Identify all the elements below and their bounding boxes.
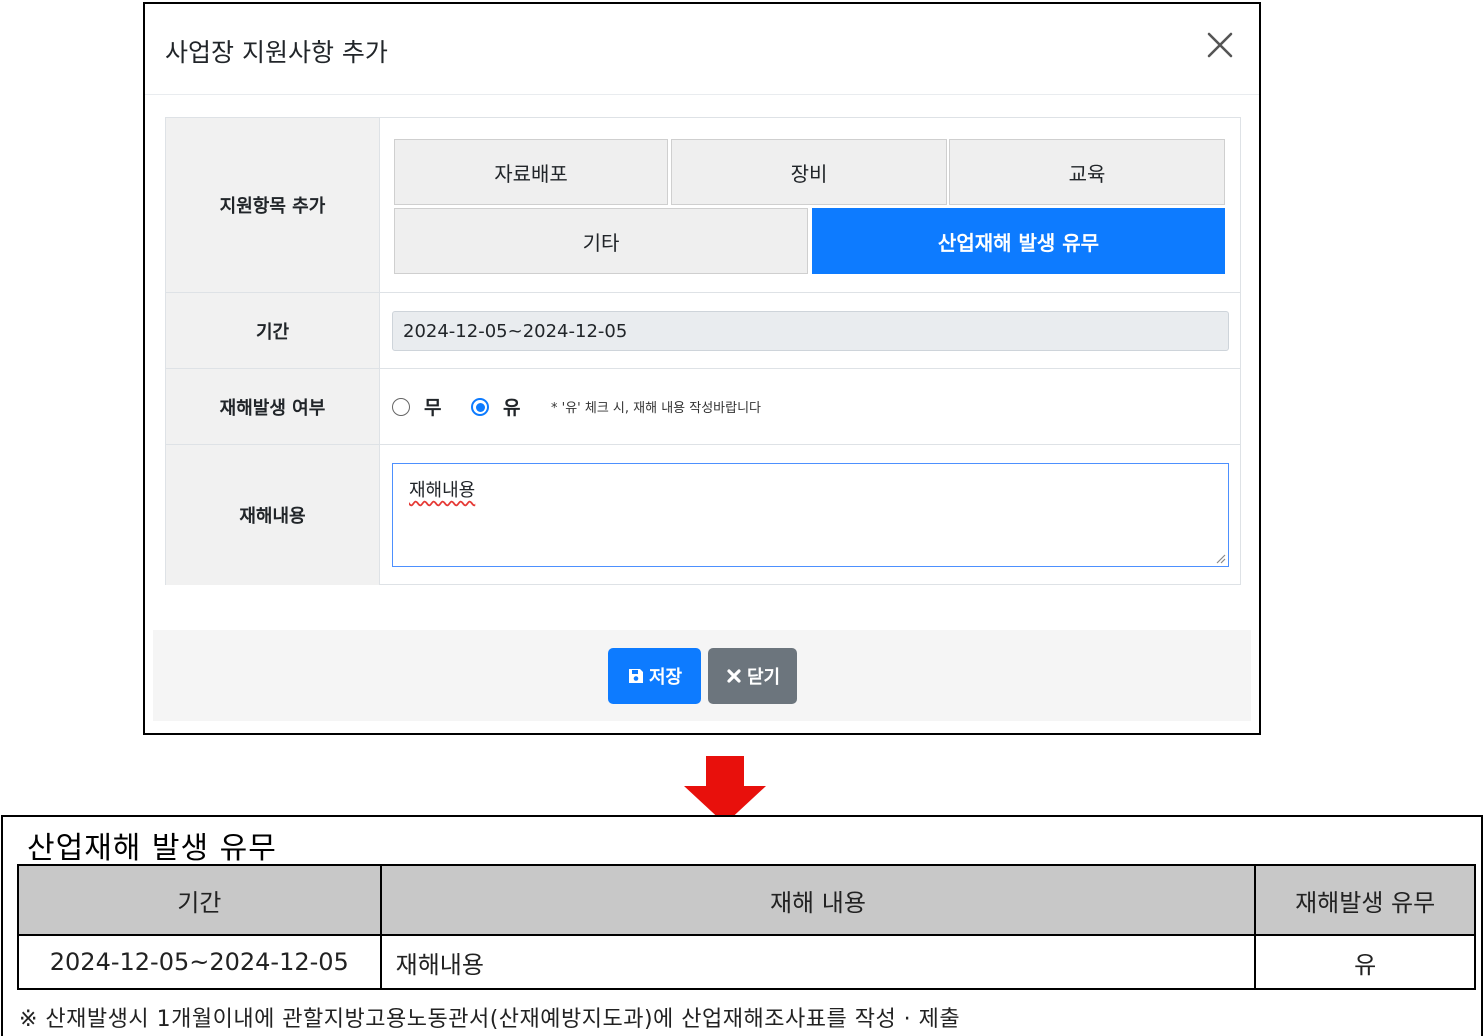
radio-option-yes[interactable]: 유 [471,369,520,444]
modal-footer: 저장 닫기 [153,630,1251,721]
accident-content-cell: 재해내용 [381,445,1240,585]
report-cell-occurrence: 유 [1254,934,1476,990]
arrow-down-icon [684,756,766,824]
accident-content-label: 재해내용 [166,445,380,585]
close-button-label: 닫기 [746,667,781,687]
modal-header: 사업장 지원사항 추가 [145,4,1259,95]
report-title: 산업재해 발생 유무 [27,831,277,866]
accident-content-text: 재해내용 [409,480,476,501]
occurrence-label: 재해발생 여부 [166,369,380,444]
period-label: 기간 [166,293,380,368]
radio-option-no[interactable]: 무 [392,369,441,444]
close-icon [1207,32,1233,57]
support-items-row: 지원항목 추가 자료배포 장비 교육 기타 산업재해 발생 유무 [166,118,1240,293]
occurrence-cell: 무 유 * '유' 체크 시, 재해 내용 작성바랍니다 [381,369,1240,444]
period-cell: 2024-12-05~2024-12-05 [381,293,1240,368]
report-cell-period: 2024-12-05~2024-12-05 [17,934,382,990]
report-cell-content: 재해내용 [379,934,1257,990]
support-form: 지원항목 추가 자료배포 장비 교육 기타 산업재해 발생 유무 기간 2024… [165,117,1241,585]
report-header-period: 기간 [17,864,382,936]
item-button-equipment[interactable]: 장비 [671,139,947,205]
accident-content-textarea[interactable]: 재해내용 [392,463,1229,567]
save-button-label: 저장 [648,667,683,687]
support-items-options: 자료배포 장비 교육 기타 산업재해 발생 유무 [381,118,1240,292]
item-button-materials[interactable]: 자료배포 [394,139,668,205]
support-item-modal: 사업장 지원사항 추가 지원항목 추가 자료배포 장비 교육 기타 산업재해 발… [143,2,1261,735]
occurrence-hint: * '유' 체크 시, 재해 내용 작성바랍니다 [551,401,762,416]
close-button[interactable]: 닫기 [708,648,797,704]
report-table: 기간 재해 내용 재해발생 유무 2024-12-05~2024-12-05 재… [17,864,1476,990]
table-row: 2024-12-05~2024-12-05 재해내용 유 [17,934,1476,990]
industrial-accident-report: 산업재해 발생 유무 기간 재해 내용 재해발생 유무 2024-12-05~2… [1,815,1483,1036]
resize-grip-icon[interactable] [1214,552,1226,564]
item-button-education[interactable]: 교육 [949,139,1225,205]
item-button-industrial-accident[interactable]: 산업재해 발생 유무 [812,208,1225,274]
support-items-label: 지원항목 추가 [166,118,380,292]
times-icon [727,669,741,683]
report-note: ※ 산재발생시 1개월이내에 관할지방고용노동관서(산재예방지도과)에 산업재해… [19,1007,961,1032]
period-field[interactable]: 2024-12-05~2024-12-05 [392,311,1229,351]
report-header-row: 기간 재해 내용 재해발생 유무 [17,864,1476,936]
radio-yes[interactable] [471,397,489,416]
radio-no[interactable] [392,397,410,416]
radio-no-label: 무 [424,397,442,419]
report-header-content: 재해 내용 [379,864,1257,936]
floppy-disk-icon [628,669,643,683]
item-button-etc[interactable]: 기타 [394,208,808,274]
report-header-occurrence: 재해발생 유무 [1254,864,1476,936]
accident-content-row: 재해내용 재해내용 [166,445,1240,585]
save-button[interactable]: 저장 [608,648,701,704]
radio-yes-label: 유 [503,397,521,419]
modal-title: 사업장 지원사항 추가 [165,38,388,67]
period-row: 기간 2024-12-05~2024-12-05 [166,293,1240,369]
modal-close-button[interactable] [1203,26,1237,66]
occurrence-row: 재해발생 여부 무 유 * '유' 체크 시, 재해 내용 작성바랍니다 [166,369,1240,445]
